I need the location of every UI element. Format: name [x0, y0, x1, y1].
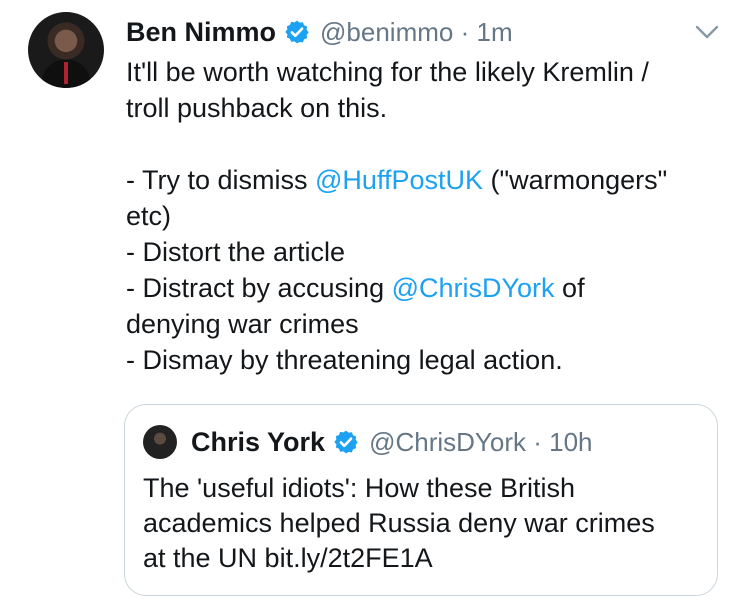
verified-badge-icon: [284, 19, 310, 45]
quoted-tweet-card[interactable]: Chris York @ChrisDYork · 10h The 'useful…: [124, 404, 718, 596]
body-line: - Distort the article: [126, 237, 346, 267]
body-line: - Distract by accusing @ChrisDYork of: [126, 273, 585, 303]
body-line: troll pushback on this.: [126, 93, 388, 123]
quoted-author-avatar: [143, 425, 177, 459]
quoted-tweet-header: Chris York @ChrisDYork · 10h: [191, 423, 593, 461]
author-avatar[interactable]: [28, 12, 104, 88]
chevron-down-icon[interactable]: [694, 22, 720, 42]
body-line: It'll be worth watching for the likely K…: [126, 57, 649, 87]
author-name[interactable]: Ben Nimmo: [126, 17, 276, 48]
tweet-body: It'll be worth watching for the likely K…: [126, 54, 726, 378]
tweet-header: Ben Nimmo @benimmo · 1m: [126, 14, 513, 50]
avatar-lanyard: [64, 62, 68, 84]
tweet: Ben Nimmo @benimmo · 1m It'll be worth w…: [0, 0, 750, 608]
mention-link-huffpostuk[interactable]: @HuffPostUK: [315, 165, 483, 195]
body-line: - Try to dismiss @HuffPostUK ("warmonger…: [126, 165, 668, 195]
quoted-author-name: Chris York: [191, 426, 326, 457]
quoted-tweet-text: The 'useful idiots': How these British a…: [143, 471, 703, 576]
meta-separator: ·: [460, 16, 470, 47]
body-line: denying war crimes: [126, 309, 359, 339]
meta-separator: ·: [533, 426, 542, 457]
body-line: - Dismay by threatening legal action.: [126, 345, 563, 375]
author-handle[interactable]: @benimmo: [320, 17, 453, 48]
quoted-line: The 'useful idiots': How these British: [143, 473, 575, 503]
quoted-line: at the UN bit.ly/2t2FE1A: [143, 543, 433, 573]
quoted-line: academics helped Russia deny war crimes: [143, 508, 655, 538]
verified-badge-icon: [333, 429, 359, 455]
mention-link-chrisdyork[interactable]: @ChrisDYork: [392, 273, 555, 303]
body-line: etc): [126, 201, 172, 231]
tweet-timestamp[interactable]: 1m: [477, 17, 513, 48]
quoted-author-handle: @ChrisDYork: [369, 426, 526, 457]
quoted-timestamp: 10h: [549, 426, 593, 457]
